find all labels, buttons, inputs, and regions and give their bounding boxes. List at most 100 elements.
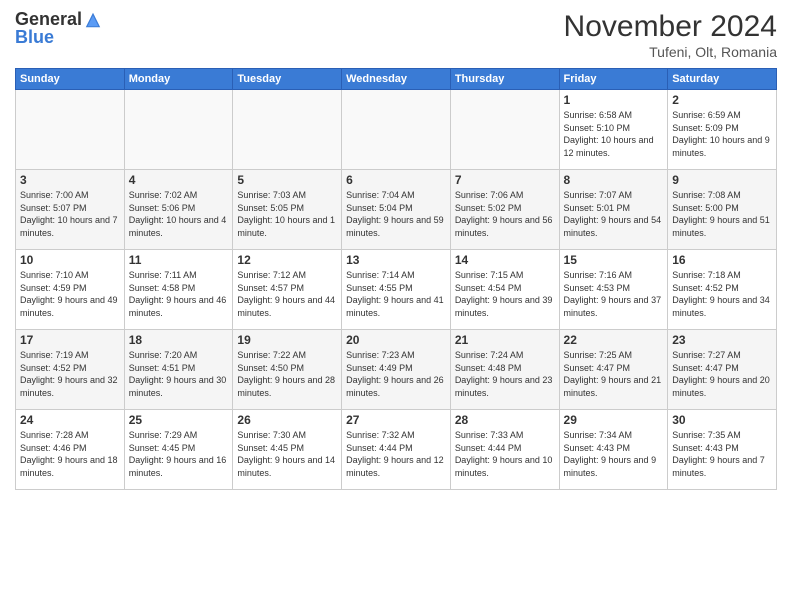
day-number: 13 [346, 253, 446, 267]
day-number: 24 [20, 413, 120, 427]
day-info: Sunrise: 7:22 AM Sunset: 4:50 PM Dayligh… [237, 349, 337, 399]
table-row: 27 Sunrise: 7:32 AM Sunset: 4:44 PM Dayli… [342, 410, 451, 490]
logo-blue-text: Blue [15, 28, 102, 48]
month-title: November 2024 [564, 10, 777, 44]
day-number: 14 [455, 253, 555, 267]
table-row: 24 Sunrise: 7:28 AM Sunset: 4:46 PM Dayli… [16, 410, 125, 490]
day-info: Sunrise: 7:35 AM Sunset: 4:43 PM Dayligh… [672, 429, 772, 479]
calendar-table: Sunday Monday Tuesday Wednesday Thursday… [15, 68, 777, 490]
day-info: Sunrise: 7:19 AM Sunset: 4:52 PM Dayligh… [20, 349, 120, 399]
day-info: Sunrise: 6:59 AM Sunset: 5:09 PM Dayligh… [672, 109, 772, 159]
table-row: 3 Sunrise: 7:00 AM Sunset: 5:07 PM Daylig… [16, 170, 125, 250]
day-info: Sunrise: 7:11 AM Sunset: 4:58 PM Dayligh… [129, 269, 229, 319]
col-thursday: Thursday [450, 69, 559, 90]
table-row: 18 Sunrise: 7:20 AM Sunset: 4:51 PM Dayli… [124, 330, 233, 410]
day-info: Sunrise: 7:28 AM Sunset: 4:46 PM Dayligh… [20, 429, 120, 479]
table-row: 12Sunrise: 7:12 AM Sunset: 4:57 PM Dayli… [233, 250, 342, 330]
table-row: 30 Sunrise: 7:35 AM Sunset: 4:43 PM Dayli… [668, 410, 777, 490]
table-row: 25 Sunrise: 7:29 AM Sunset: 4:45 PM Dayli… [124, 410, 233, 490]
day-number: 26 [237, 413, 337, 427]
table-row: 4Sunrise: 7:02 AM Sunset: 5:06 PM Daylig… [124, 170, 233, 250]
table-row: 11 Sunrise: 7:11 AM Sunset: 4:58 PM Dayli… [124, 250, 233, 330]
day-number: 20 [346, 333, 446, 347]
day-number: 5 [237, 173, 337, 187]
table-row: 6 Sunrise: 7:04 AM Sunset: 5:04 PM Daylig… [342, 170, 451, 250]
day-info: Sunrise: 7:00 AM Sunset: 5:07 PM Dayligh… [20, 189, 120, 239]
day-info: Sunrise: 7:20 AM Sunset: 4:51 PM Dayligh… [129, 349, 229, 399]
table-row [342, 90, 451, 170]
table-row: 21 Sunrise: 7:24 AM Sunset: 4:48 PM Dayli… [450, 330, 559, 410]
day-info: Sunrise: 7:33 AM Sunset: 4:44 PM Dayligh… [455, 429, 555, 479]
calendar-week-row: 24 Sunrise: 7:28 AM Sunset: 4:46 PM Dayli… [16, 410, 777, 490]
day-number: 2 [672, 93, 772, 107]
day-number: 18 [129, 333, 229, 347]
day-info: Sunrise: 7:24 AM Sunset: 4:48 PM Dayligh… [455, 349, 555, 399]
day-info: Sunrise: 7:27 AM Sunset: 4:47 PM Dayligh… [672, 349, 772, 399]
day-info: Sunrise: 7:16 AM Sunset: 4:53 PM Dayligh… [564, 269, 664, 319]
table-row: 19 Sunrise: 7:22 AM Sunset: 4:50 PM Dayli… [233, 330, 342, 410]
day-info: Sunrise: 7:14 AM Sunset: 4:55 PM Dayligh… [346, 269, 446, 319]
table-row: 7 Sunrise: 7:06 AM Sunset: 5:02 PM Daylig… [450, 170, 559, 250]
day-number: 1 [564, 93, 664, 107]
day-info: Sunrise: 7:03 AM Sunset: 5:05 PM Dayligh… [237, 189, 337, 239]
day-number: 10 [20, 253, 120, 267]
day-info: Sunrise: 7:30 AM Sunset: 4:45 PM Dayligh… [237, 429, 337, 479]
table-row: 8 Sunrise: 7:07 AM Sunset: 5:01 PM Daylig… [559, 170, 668, 250]
table-row [16, 90, 125, 170]
table-row: 26 Sunrise: 7:30 AM Sunset: 4:45 PM Dayli… [233, 410, 342, 490]
day-info: Sunrise: 7:23 AM Sunset: 4:49 PM Dayligh… [346, 349, 446, 399]
day-number: 21 [455, 333, 555, 347]
day-info: Sunrise: 7:07 AM Sunset: 5:01 PM Dayligh… [564, 189, 664, 239]
day-number: 7 [455, 173, 555, 187]
day-info: Sunrise: 7:06 AM Sunset: 5:02 PM Dayligh… [455, 189, 555, 239]
day-number: 16 [672, 253, 772, 267]
day-info: Sunrise: 7:34 AM Sunset: 4:43 PM Dayligh… [564, 429, 664, 479]
day-number: 22 [564, 333, 664, 347]
col-monday: Monday [124, 69, 233, 90]
day-number: 25 [129, 413, 229, 427]
table-row: 9 Sunrise: 7:08 AM Sunset: 5:00 PM Daylig… [668, 170, 777, 250]
day-number: 19 [237, 333, 337, 347]
table-row: 15 Sunrise: 7:16 AM Sunset: 4:53 PM Dayli… [559, 250, 668, 330]
title-section: November 2024 Tufeni, Olt, Romania [564, 10, 777, 60]
day-info: Sunrise: 7:04 AM Sunset: 5:04 PM Dayligh… [346, 189, 446, 239]
day-number: 11 [129, 253, 229, 267]
table-row: 28 Sunrise: 7:33 AM Sunset: 4:44 PM Dayli… [450, 410, 559, 490]
day-number: 28 [455, 413, 555, 427]
table-row: 23Sunrise: 7:27 AM Sunset: 4:47 PM Dayli… [668, 330, 777, 410]
day-number: 29 [564, 413, 664, 427]
day-info: Sunrise: 7:18 AM Sunset: 4:52 PM Dayligh… [672, 269, 772, 319]
day-number: 17 [20, 333, 120, 347]
day-number: 30 [672, 413, 772, 427]
day-number: 27 [346, 413, 446, 427]
day-number: 15 [564, 253, 664, 267]
day-number: 12 [237, 253, 337, 267]
day-info: Sunrise: 7:32 AM Sunset: 4:44 PM Dayligh… [346, 429, 446, 479]
table-row: 10 Sunrise: 7:10 AM Sunset: 4:59 PM Dayli… [16, 250, 125, 330]
table-row: 5 Sunrise: 7:03 AM Sunset: 5:05 PM Daylig… [233, 170, 342, 250]
day-number: 8 [564, 173, 664, 187]
table-row: 16 Sunrise: 7:18 AM Sunset: 4:52 PM Dayli… [668, 250, 777, 330]
day-number: 6 [346, 173, 446, 187]
day-info: Sunrise: 6:58 AM Sunset: 5:10 PM Dayligh… [564, 109, 664, 159]
table-row [124, 90, 233, 170]
col-tuesday: Tuesday [233, 69, 342, 90]
logo: General Blue [15, 10, 102, 48]
calendar-week-row: 10 Sunrise: 7:10 AM Sunset: 4:59 PM Dayli… [16, 250, 777, 330]
table-row: 13 Sunrise: 7:14 AM Sunset: 4:55 PM Dayli… [342, 250, 451, 330]
table-row: 14Sunrise: 7:15 AM Sunset: 4:54 PM Dayli… [450, 250, 559, 330]
day-info: Sunrise: 7:29 AM Sunset: 4:45 PM Dayligh… [129, 429, 229, 479]
table-row: 2 Sunrise: 6:59 AM Sunset: 5:09 PM Daylig… [668, 90, 777, 170]
table-row: 17 Sunrise: 7:19 AM Sunset: 4:52 PM Dayli… [16, 330, 125, 410]
day-info: Sunrise: 7:08 AM Sunset: 5:00 PM Dayligh… [672, 189, 772, 239]
col-wednesday: Wednesday [342, 69, 451, 90]
day-info: Sunrise: 7:25 AM Sunset: 4:47 PM Dayligh… [564, 349, 664, 399]
day-number: 3 [20, 173, 120, 187]
calendar-week-row: 1 Sunrise: 6:58 AM Sunset: 5:10 PM Daylig… [16, 90, 777, 170]
location: Tufeni, Olt, Romania [564, 44, 777, 60]
col-friday: Friday [559, 69, 668, 90]
table-row: 29 Sunrise: 7:34 AM Sunset: 4:43 PM Dayli… [559, 410, 668, 490]
day-number: 9 [672, 173, 772, 187]
day-info: Sunrise: 7:10 AM Sunset: 4:59 PM Dayligh… [20, 269, 120, 319]
calendar-week-row: 17 Sunrise: 7:19 AM Sunset: 4:52 PM Dayli… [16, 330, 777, 410]
